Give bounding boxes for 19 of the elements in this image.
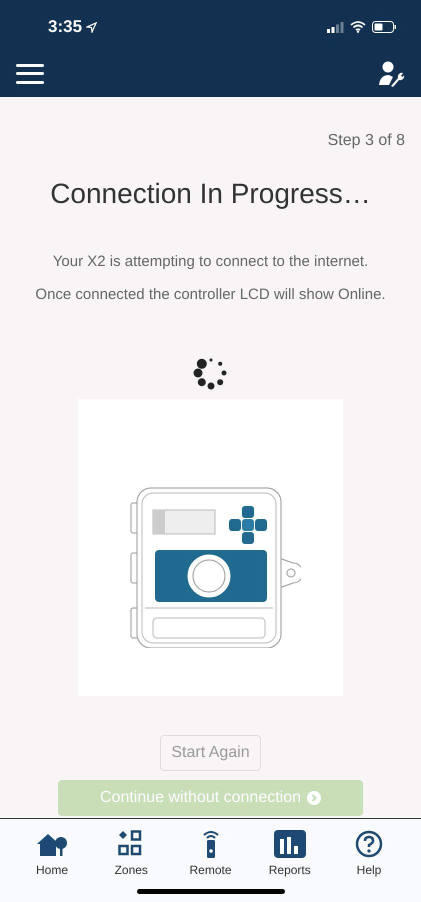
page-title: Connection In Progress… [50, 177, 371, 211]
tab-bar-item[interactable]: Reports [262, 829, 318, 879]
menu-button[interactable] [16, 62, 44, 86]
wifi-icon [350, 21, 366, 33]
bar-chart-icon [272, 829, 307, 859]
step-indicator: Step 3 of 8 [328, 131, 406, 151]
tab-bar-item[interactable]: Home [24, 829, 80, 879]
tab-bar-item[interactable]: Remote [182, 829, 238, 879]
chevron-circle-icon [307, 791, 322, 805]
location-arrow-icon [86, 22, 98, 32]
info-text: Once connected the controller LCD will show Online. [35, 285, 386, 305]
signal-icon [327, 22, 344, 32]
status-time: 3:35 [48, 16, 82, 38]
user-settings-button[interactable] [377, 60, 405, 88]
battery-icon [372, 21, 397, 33]
tab-bar-item[interactable]: Help [341, 829, 397, 879]
tab-bar-item[interactable]: Zones [103, 829, 160, 879]
info-text: Your X2 is attempting to connect to the internet. [52, 252, 368, 272]
user-wrench-icon [377, 60, 405, 88]
